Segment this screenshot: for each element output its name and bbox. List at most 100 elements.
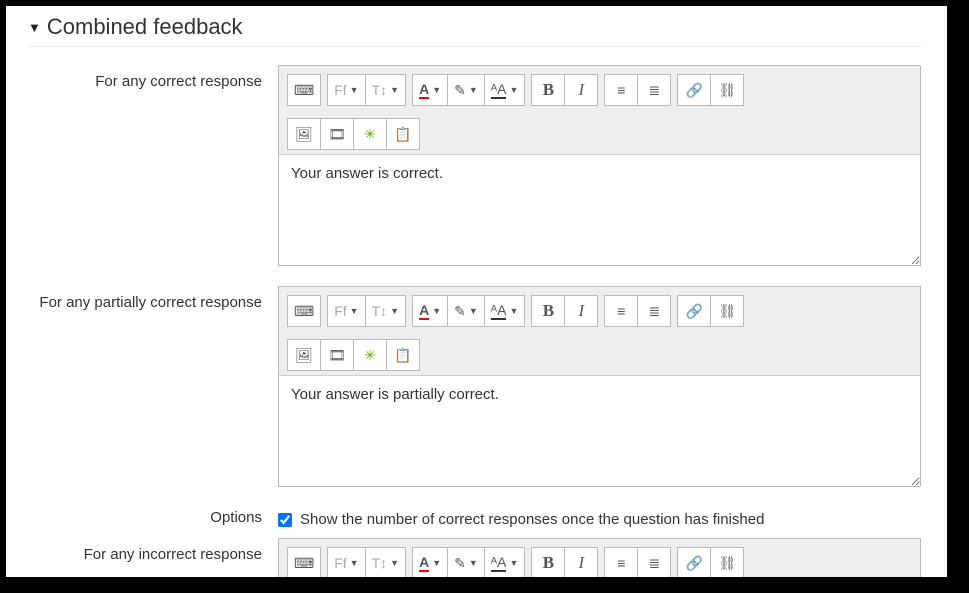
unordered-list-button[interactable]: ≡: [604, 295, 638, 327]
font-size-button[interactable]: T↕▼: [365, 547, 406, 579]
list-ol-icon: ≣: [649, 303, 661, 320]
keyboard-icon: ⌨: [294, 82, 314, 99]
list-ul-icon: ≡: [617, 303, 625, 319]
label-partial-response: For any partially correct response: [28, 286, 278, 311]
checkbox-show-num-correct[interactable]: [278, 513, 292, 527]
chevron-down-icon: ▼: [509, 306, 518, 316]
chevron-down-icon: ▼: [350, 558, 359, 568]
unlink-icon: ⛓: [719, 555, 737, 572]
editor-correct-content[interactable]: Your answer is correct.: [279, 155, 920, 265]
image-button[interactable]: 🖼: [287, 118, 321, 150]
chevron-down-icon: ▼: [469, 558, 478, 568]
ordered-list-button[interactable]: ≣: [637, 295, 671, 327]
editor-incorrect-content[interactable]: [279, 584, 920, 593]
chevron-down-icon: ▼: [350, 306, 359, 316]
image-icon: 🖼: [295, 347, 313, 364]
keyboard-icon: ⌨: [294, 555, 314, 572]
clipboard-icon: 📋: [394, 126, 411, 143]
caret-down-icon: ▼: [28, 20, 41, 35]
editor-incorrect-response: ⌨ Ff▼ T↕▼ A▼ ✎▼ ᴬA▼ B I: [278, 538, 921, 593]
label-correct-response: For any correct response: [28, 65, 278, 90]
link-icon: 🔗: [686, 555, 703, 572]
highlight-button[interactable]: ✎▼: [447, 547, 485, 579]
clipboard-icon: 📋: [394, 347, 411, 364]
unlink-button[interactable]: ⛓: [710, 74, 744, 106]
link-button[interactable]: 🔗: [677, 295, 711, 327]
unordered-list-button[interactable]: ≡: [604, 74, 638, 106]
toolbar-toggle-button[interactable]: ⌨: [287, 295, 321, 327]
font-family-button[interactable]: Ff▼: [327, 74, 365, 106]
unlink-button[interactable]: ⛓: [710, 547, 744, 579]
bold-button[interactable]: B: [531, 547, 565, 579]
toolbar-toggle-button[interactable]: ⌨: [287, 74, 321, 106]
highlight-button[interactable]: ✎▼: [447, 74, 485, 106]
media-icon: 🎞: [328, 126, 346, 143]
editor-correct-response: ⌨ Ff▼ T↕▼ A▼ ✎▼ ᴬA▼ B I: [278, 65, 921, 266]
editor-partial-content[interactable]: Your answer is partially correct.: [279, 376, 920, 486]
image-icon: 🖼: [295, 126, 313, 143]
chevron-down-icon: ▼: [509, 558, 518, 568]
clipboard-button[interactable]: 📋: [386, 339, 420, 371]
list-ol-icon: ≣: [649, 82, 661, 99]
editor-toolbar: ⌨ Ff▼ T↕▼ A▼ ✎▼ ᴬA▼ B I: [279, 287, 920, 376]
label-options: Options: [28, 507, 278, 526]
emoji-button[interactable]: ✳: [353, 339, 387, 371]
editor-toolbar: ⌨ Ff▼ T↕▼ A▼ ✎▼ ᴬA▼ B I: [279, 539, 920, 584]
link-icon: 🔗: [686, 303, 703, 320]
link-button[interactable]: 🔗: [677, 547, 711, 579]
keyboard-icon: ⌨: [294, 303, 314, 320]
chevron-down-icon: ▼: [390, 558, 399, 568]
bold-button[interactable]: B: [531, 74, 565, 106]
chevron-down-icon: ▼: [509, 85, 518, 95]
chevron-down-icon: ▼: [350, 85, 359, 95]
format-button[interactable]: ᴬA▼: [484, 74, 526, 106]
chevron-down-icon: ▼: [390, 85, 399, 95]
font-color-button[interactable]: A▼: [412, 547, 448, 579]
section-toggle-combined-feedback[interactable]: ▼ Combined feedback: [28, 14, 921, 47]
list-ul-icon: ≡: [617, 82, 625, 98]
media-button[interactable]: 🎞: [320, 118, 354, 150]
checkbox-label: Show the number of correct responses onc…: [300, 511, 764, 528]
chevron-down-icon: ▼: [469, 85, 478, 95]
emoji-icon: ✳: [364, 347, 376, 364]
highlight-button[interactable]: ✎▼: [447, 295, 485, 327]
chevron-down-icon: ▼: [432, 85, 441, 95]
chevron-down-icon: ▼: [432, 558, 441, 568]
label-incorrect-response: For any incorrect response: [28, 538, 278, 563]
italic-button[interactable]: I: [564, 547, 598, 579]
font-color-button[interactable]: A▼: [412, 74, 448, 106]
clipboard-button[interactable]: 📋: [386, 118, 420, 150]
font-color-button[interactable]: A▼: [412, 295, 448, 327]
italic-button[interactable]: I: [564, 74, 598, 106]
format-button[interactable]: ᴬA▼: [484, 547, 526, 579]
chevron-down-icon: ▼: [432, 306, 441, 316]
media-button[interactable]: 🎞: [320, 339, 354, 371]
italic-button[interactable]: I: [564, 295, 598, 327]
emoji-button[interactable]: ✳: [353, 118, 387, 150]
unlink-icon: ⛓: [719, 303, 737, 320]
list-ul-icon: ≡: [617, 555, 625, 571]
option-show-num-correct[interactable]: Show the number of correct responses onc…: [278, 507, 921, 528]
font-size-button[interactable]: T↕▼: [365, 74, 406, 106]
emoji-icon: ✳: [364, 126, 376, 143]
section-title: Combined feedback: [47, 14, 243, 40]
image-button[interactable]: 🖼: [287, 339, 321, 371]
bold-button[interactable]: B: [531, 295, 565, 327]
media-icon: 🎞: [328, 347, 346, 364]
editor-toolbar: ⌨ Ff▼ T↕▼ A▼ ✎▼ ᴬA▼ B I: [279, 66, 920, 155]
list-ol-icon: ≣: [649, 555, 661, 572]
ordered-list-button[interactable]: ≣: [637, 547, 671, 579]
link-button[interactable]: 🔗: [677, 74, 711, 106]
font-size-button[interactable]: T↕▼: [365, 295, 406, 327]
editor-partial-response: ⌨ Ff▼ T↕▼ A▼ ✎▼ ᴬA▼ B I: [278, 286, 921, 487]
toolbar-toggle-button[interactable]: ⌨: [287, 547, 321, 579]
chevron-down-icon: ▼: [469, 306, 478, 316]
ordered-list-button[interactable]: ≣: [637, 74, 671, 106]
format-button[interactable]: ᴬA▼: [484, 295, 526, 327]
unlink-button[interactable]: ⛓: [710, 295, 744, 327]
font-family-button[interactable]: Ff▼: [327, 295, 365, 327]
font-family-button[interactable]: Ff▼: [327, 547, 365, 579]
chevron-down-icon: ▼: [390, 306, 399, 316]
link-icon: 🔗: [686, 82, 703, 99]
unordered-list-button[interactable]: ≡: [604, 547, 638, 579]
